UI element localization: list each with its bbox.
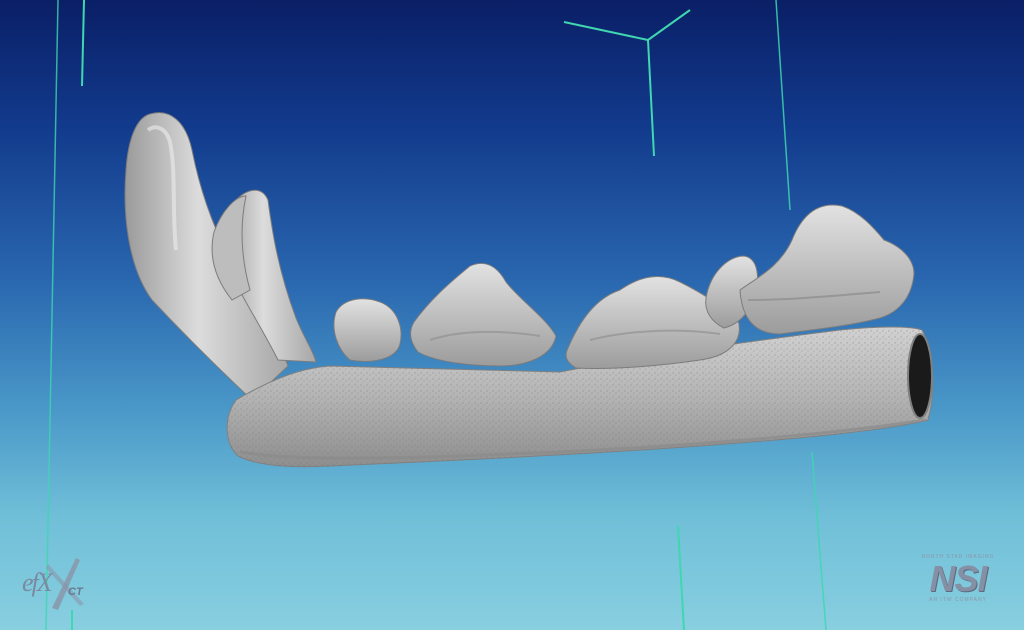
nsi-logo-bottom-text: AN ITW COMPANY	[929, 597, 987, 603]
3d-viewport[interactable]: efX CT NORTH STAR IMAGING NSI AN ITW COM…	[0, 0, 1024, 630]
axis-triad-icon[interactable]	[563, 9, 691, 157]
jaw-model[interactable]	[124, 112, 934, 468]
efxct-logo-suffix: CT	[68, 586, 83, 598]
axis-line-vertical-left	[81, 0, 85, 87]
axis-line-vertical-right	[775, 0, 791, 211]
carnassial-molar	[739, 204, 915, 335]
nsi-logo-mark: NSI	[929, 558, 987, 599]
axis-line-vertical-left-2	[45, 0, 59, 630]
axis-line-vertical-right-lower	[811, 451, 827, 630]
nsi-logo: NORTH STAR IMAGING NSI AN ITW COMPANY	[910, 554, 1006, 612]
scene-canvas[interactable]	[0, 0, 1024, 630]
broken-end	[907, 333, 933, 419]
premolar-1	[333, 298, 402, 362]
axis-line-vertical-bottom	[677, 525, 685, 630]
efxct-logo-text: efX	[22, 568, 53, 597]
efxct-logo: efX CT	[18, 552, 98, 616]
premolar-2	[410, 262, 557, 367]
